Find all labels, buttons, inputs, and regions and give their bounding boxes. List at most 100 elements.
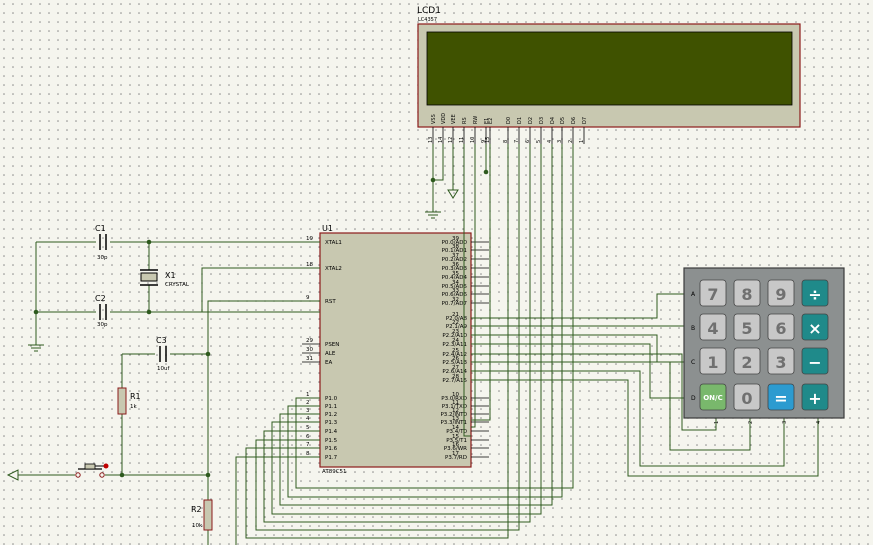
c1-ref: C1 [95,224,106,233]
keypad-row-label: D [691,395,696,402]
lcd-pin-name: D7 [582,117,588,124]
keypad-key-label: 9 [775,285,786,304]
mcu-pin-name: P3.7/RD [445,455,467,461]
mcu-pin-name: P1.3 [325,420,338,426]
lcd-pin-number: 12 [448,137,454,143]
mcu-pin-number: 7 [306,442,310,448]
lcd-pin-name: E2 [488,118,494,124]
lcd-pin-number: 11 [459,137,465,143]
keypad-key[interactable]: 5 [733,313,761,341]
lcd-module[interactable]: LCD1 LC4357 VSS13VDD14VEE12RS11RW10E19E2… [417,6,801,144]
mcu-pin-name: P1.4 [325,429,338,435]
keypad-key[interactable]: 0 [733,383,761,411]
lcd-part: LC4357 [418,17,437,23]
r2-ref: R2 [191,505,202,514]
mcu-pin-number: 1 [306,392,310,398]
keypad-key[interactable]: 4 [699,313,727,341]
keypad-key[interactable]: 6 [767,313,795,341]
lcd-pin-name: D6 [571,117,577,124]
mcu-pin-number: 19 [306,236,313,242]
lcd-pin-number: 3 [557,140,563,143]
c2-ref: C2 [95,294,106,303]
keypad-key[interactable]: + [801,383,829,411]
lcd-pin-name: D5 [560,117,566,124]
keypad-key-label: 8 [741,285,752,304]
lcd-screen [426,31,793,106]
mcu-pin-name: P1.5 [325,438,338,444]
keypad-key-label: 7 [707,285,718,304]
mcu-pin-name: XTAL2 [325,266,342,272]
mcu-ref: U1 [322,224,333,233]
mcu-pin-name: P1.0 [325,396,338,402]
lcd-pin-name: RS [462,117,468,124]
schematic-canvas[interactable]: LCD1 LC4357 VSS13VDD14VEE12RS11RW10E19E2… [0,0,873,545]
lcd-pin-number: 14 [438,137,444,143]
mcu-part: AT89C51 [322,469,347,475]
keypad[interactable]: 7 8 9 ÷4 5 6 ×1 2 3 −ON/C 0 = + ABCD1 2 3 4 [683,267,845,424]
keypad-key-label: 0 [741,389,752,408]
lcd-pin-name: VSS [431,114,437,124]
keypad-key-label: + [808,389,821,408]
c1-value: 30p [97,255,108,261]
lcd-pin-name: D4 [550,117,556,124]
r1-value: 1k [130,404,137,410]
lcd-ref: LCD1 [417,6,441,16]
mcu-pin-number: 18 [306,262,313,268]
keypad-key[interactable]: × [801,313,829,341]
keypad-key-label: 6 [775,319,786,338]
x1-ref: X1 [165,271,176,280]
lcd-pin-name: D2 [528,117,534,124]
r1-ref: R1 [130,392,141,401]
mcu-u1[interactable]: U1 AT89C51 19XTAL118XTAL29RST29PSEN30ALE… [302,224,489,475]
keypad-key[interactable]: 9 [767,279,795,307]
keypad-key[interactable]: 8 [733,279,761,307]
lcd-pin-name: RW [473,116,479,124]
mcu-pin-name: P1.1 [325,404,337,410]
keypad-key[interactable]: 1 [699,347,727,375]
keypad-key-label: 2 [741,353,752,372]
c3-value: 10uf [157,366,170,372]
keypad-key[interactable]: 3 [767,347,795,375]
mcu-pin-number: 2 [306,400,310,406]
mcu-pin-name: RST [325,299,336,305]
keypad-key[interactable]: − [801,347,829,375]
mcu-pin-name: XTAL1 [325,240,342,246]
mcu-pin-name: P1.2 [325,412,337,418]
keypad-key-label: 4 [707,319,718,338]
c2-value: 30p [97,322,108,328]
keypad-col-label: 2 [748,421,754,424]
lcd-pin-number: 4 [547,140,553,143]
keypad-row-label: C [691,359,695,366]
mcu-pin-name: PSEN [325,342,339,348]
mcu-pin-number: 5 [306,425,310,431]
x1-value: CRYSTAL [165,282,190,288]
lcd-pin-name: D1 [517,117,523,124]
lcd-pin-number: 13 [428,137,434,143]
mcu-pin-number: 8 [306,451,310,457]
keypad-key-label: ÷ [808,285,821,304]
keypad-key-label: − [808,353,821,372]
keypad-key-label: × [808,319,821,338]
keypad-key[interactable]: = [767,383,795,411]
keypad-key[interactable]: ÷ [801,279,829,307]
keypad-key[interactable]: ON/C [699,383,727,411]
keypad-key-label: 5 [741,319,752,338]
lcd-pin-number: 10 [470,137,476,143]
lcd-pin-name: VDD [441,113,447,124]
c3-ref: C3 [156,336,167,345]
mcu-pin-name: EA [325,360,332,366]
mcu-pin-name: ALE [325,351,336,357]
keypad-row-label: B [691,325,695,332]
keypad-col-label: 1 [714,421,720,424]
keypad-key[interactable]: 7 [699,279,727,307]
keypad-key-label: = [774,389,787,408]
lcd-pin-number: 5 [536,140,542,143]
keypad-key[interactable]: 2 [733,347,761,375]
keypad-col-label: 3 [782,421,788,424]
lcd-pin-name: D0 [506,117,512,124]
keypad-col-label: 4 [816,421,822,424]
keypad-key-label: 3 [775,353,786,372]
mcu-pin-name: P1.6 [325,446,338,452]
mcu-pin-number: 30 [306,347,313,353]
lcd-pin-number: 1 [579,140,585,143]
